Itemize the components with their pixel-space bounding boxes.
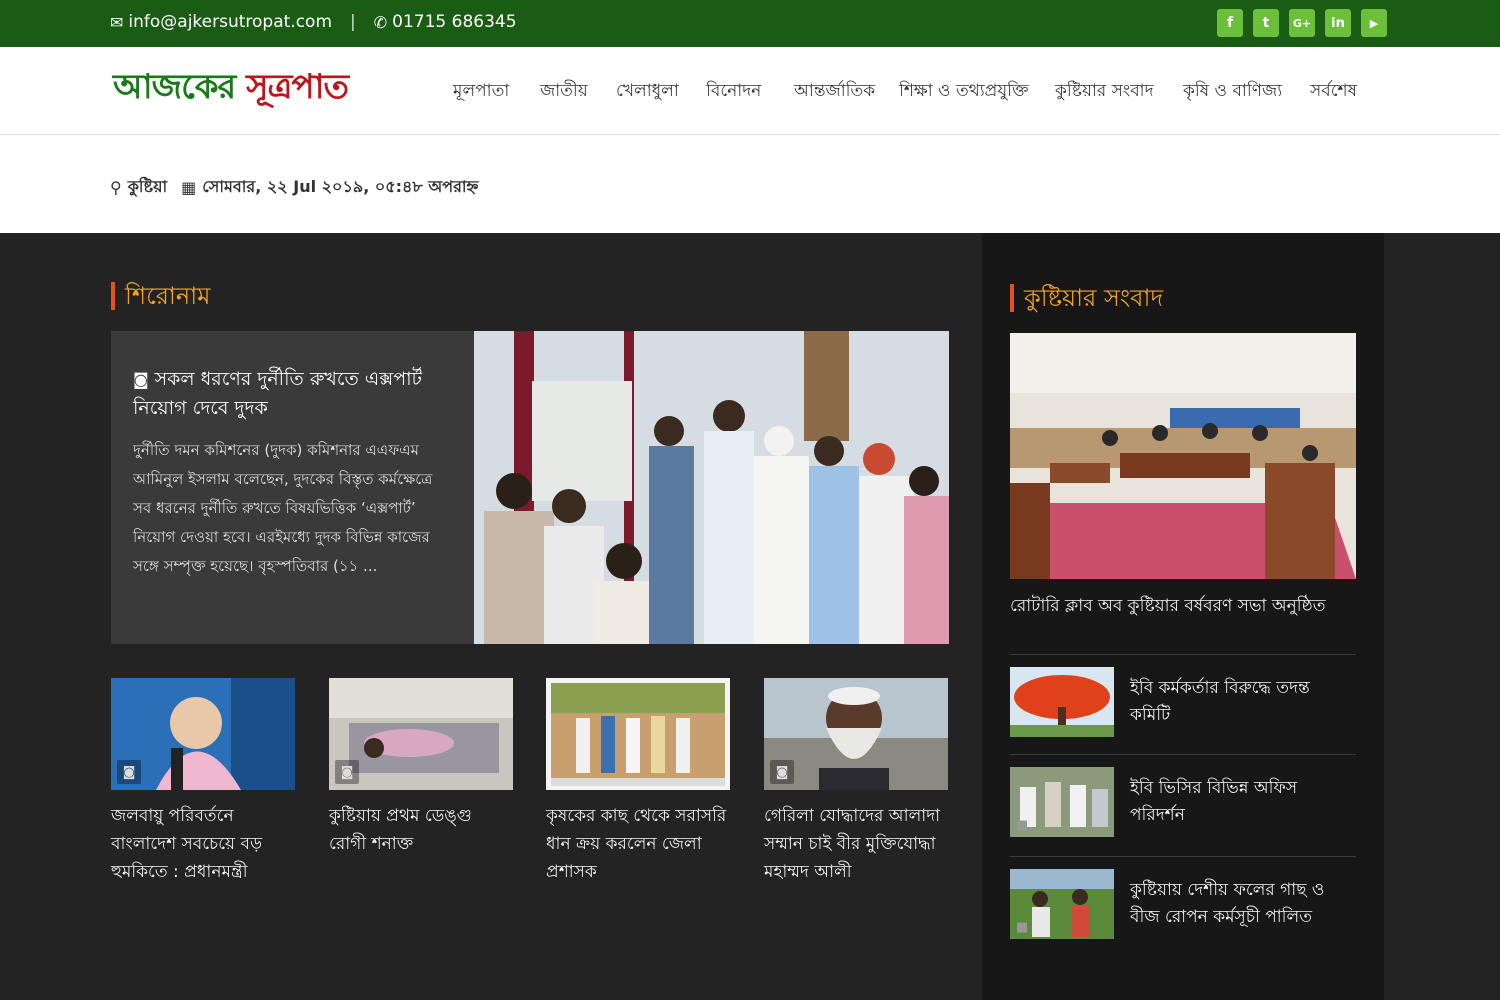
nav-item-education-tech[interactable]: শিক্ষা ও তথ্যপ্রযুক্তি: [899, 78, 1029, 106]
location-text: কুষ্টিয়া: [127, 177, 168, 196]
news-card[interactable]: কৃষকের কাছ থেকে সরাসরি ধান ক্রয় করলেন জ…: [546, 678, 730, 886]
lead-photo-illustration: [474, 331, 949, 644]
contact-separator: |: [350, 12, 356, 32]
kushtia-section-title: কুষ্টিয়ার সংবাদ: [1010, 284, 1163, 312]
lead-story[interactable]: ◙ সকল ধরণের দুর্নীতি রুখতে এক্সপার্ট নিয…: [111, 331, 949, 644]
kushtia-item-title[interactable]: ইবি কর্মকর্তার বিরুদ্ধে তদন্ত কমিটি: [1130, 675, 1352, 729]
lead-story-text: ◙ সকল ধরণের দুর্নীতি রুখতে এক্সপার্ট নিয…: [133, 365, 433, 581]
kushtia-list-item[interactable]: ইবি কর্মকর্তার বিরুদ্ধে তদন্ত কমিটি: [1010, 654, 1356, 744]
top-bar: ✉ info@ajkersutropat.com | ✆ 01715 68634…: [0, 0, 1500, 47]
news-card-title[interactable]: গেরিলা যোদ্ধাদের আলাদা সম্মান চাই বীর মু…: [764, 802, 948, 886]
news-card-title[interactable]: জলবায়ু পরিবর্তনে বাংলাদেশ সবচেয়ে বড় হ…: [111, 802, 295, 886]
main-content: শিরোনাম ◙ সকল ধরণের দুর্নীতি রুখতে এক্সপ…: [0, 233, 1500, 1000]
kushtia-item-thumbnail[interactable]: [1010, 667, 1114, 737]
camera-icon: ◙: [770, 760, 794, 784]
video-icon: ■: [1016, 818, 1029, 833]
map-marker-icon: ⚲: [110, 178, 122, 197]
headlines-section-title: শিরোনাম: [111, 282, 210, 310]
kushtia-item-thumbnail[interactable]: ■: [1010, 767, 1114, 837]
twitter-icon[interactable]: t: [1253, 9, 1279, 37]
kushtia-item-thumbnail[interactable]: ■: [1010, 869, 1114, 939]
news-card-thumbnail[interactable]: ◙: [329, 678, 513, 790]
facebook-icon[interactable]: f: [1217, 9, 1243, 37]
kushtia-list-item[interactable]: ■ ইবি ভিসির বিভিন্ন অফিস পরিদর্শন: [1010, 754, 1356, 844]
news-card[interactable]: ◙ গেরিলা যোদ্ধাদের আলাদা সম্মান চাই বীর …: [764, 678, 948, 886]
lead-story-summary: দুর্নীতি দমন কমিশনের (দুদক) কমিশনার এএফএ…: [133, 441, 433, 575]
kushtia-item-title[interactable]: ইবি ভিসির বিভিন্ন অফিস পরিদর্শন: [1130, 775, 1352, 829]
news-card-title[interactable]: কুষ্টিয়ায় প্রথম ডেঙ্গু রোগী শনাক্ত: [329, 802, 513, 858]
kushtia-lead-story[interactable]: রোটারি ক্লাব অব কুষ্টিয়ার বর্ষবরণ সভা অ…: [1010, 333, 1356, 619]
camera-icon: ◙: [133, 370, 149, 389]
kushtia-thumb-1: [1010, 667, 1114, 737]
nav-item-agriculture-trade[interactable]: কৃষি ও বাণিজ্য: [1183, 78, 1282, 106]
contact-phone[interactable]: 01715 686345: [392, 12, 516, 32]
kushtia-item-title[interactable]: কুষ্টিয়ায় দেশীয় ফলের গাছ ও বীজ রোপন ক…: [1130, 877, 1352, 931]
nav-item-national[interactable]: জাতীয়: [540, 78, 588, 106]
kushtia-list-item[interactable]: ■ কুষ্টিয়ায় দেশীয় ফলের গাছ ও বীজ রোপন…: [1010, 856, 1356, 946]
location-date: ⚲ কুষ্টিয়া ▦ সোমবার, ২২ Jul ২০১৯, ০৫:৪৮…: [110, 174, 478, 201]
nav-item-international[interactable]: আন্তর্জাতিক: [794, 78, 875, 106]
card-photo-3: [546, 678, 730, 790]
news-card-thumbnail[interactable]: [546, 678, 730, 790]
main-nav: মূলপাতা জাতীয় খেলাধুলা বিনোদন আন্তর্জাত…: [0, 78, 1500, 102]
site-header: আজকের সূত্রপাত মূলপাতা জাতীয় খেলাধুলা ব…: [0, 47, 1500, 135]
calendar-icon: ▦: [181, 178, 197, 197]
kushtia-lead-photo[interactable]: [1010, 333, 1356, 579]
youtube-icon[interactable]: ▶: [1361, 9, 1387, 37]
news-card[interactable]: ◙ জলবায়ু পরিবর্তনে বাংলাদেশ সবচেয়ে বড়…: [111, 678, 295, 886]
linkedin-icon[interactable]: in: [1325, 9, 1351, 37]
news-card-thumbnail[interactable]: ◙: [764, 678, 948, 790]
nav-item-sports[interactable]: খেলাধুলা: [616, 78, 679, 106]
contact-email[interactable]: info@ajkersutropat.com: [128, 12, 332, 32]
phone-icon: ✆: [373, 12, 388, 32]
envelope-icon: ✉: [110, 12, 124, 32]
nav-item-latest[interactable]: সর্বশেষ: [1310, 78, 1357, 106]
lead-story-photo[interactable]: [474, 331, 949, 644]
lead-story-title[interactable]: সকল ধরণের দুর্নীতি রুখতে এক্সপার্ট নিয়ো…: [133, 368, 422, 419]
nav-item-kushtia-news[interactable]: কুষ্টিয়ার সংবাদ: [1055, 78, 1154, 106]
kushtia-lead-title[interactable]: রোটারি ক্লাব অব কুষ্টিয়ার বর্ষবরণ সভা অ…: [1010, 593, 1356, 619]
social-links: f t G+ in ▶: [1217, 9, 1387, 37]
lead-story-heading[interactable]: ◙ সকল ধরণের দুর্নীতি রুখতে এক্সপার্ট নিয…: [133, 365, 433, 422]
video-icon: ■: [1016, 920, 1029, 935]
news-card-title[interactable]: কৃষকের কাছ থেকে সরাসরি ধান ক্রয় করলেন জ…: [546, 802, 730, 886]
nav-item-home[interactable]: মূলপাতা: [453, 78, 509, 106]
news-card-thumbnail[interactable]: ◙: [111, 678, 295, 790]
camera-icon: ◙: [335, 760, 359, 784]
nav-item-entertainment[interactable]: বিনোদন: [706, 78, 761, 106]
news-card[interactable]: ◙ কুষ্টিয়ায় প্রথম ডেঙ্গু রোগী শনাক্ত: [329, 678, 513, 858]
kushtia-lead-illustration: [1010, 333, 1356, 579]
google-plus-icon[interactable]: G+: [1289, 9, 1315, 37]
datetime-text: সোমবার, ২২ Jul ২০১৯, ০৫:৪৮ অপরাহ্ন: [202, 177, 479, 196]
camera-icon: ◙: [117, 760, 141, 784]
contact-info: ✉ info@ajkersutropat.com | ✆ 01715 68634…: [110, 12, 517, 32]
date-bar: ⚲ কুষ্টিয়া ▦ সোমবার, ২২ Jul ২০১৯, ০৫:৪৮…: [0, 136, 1500, 233]
